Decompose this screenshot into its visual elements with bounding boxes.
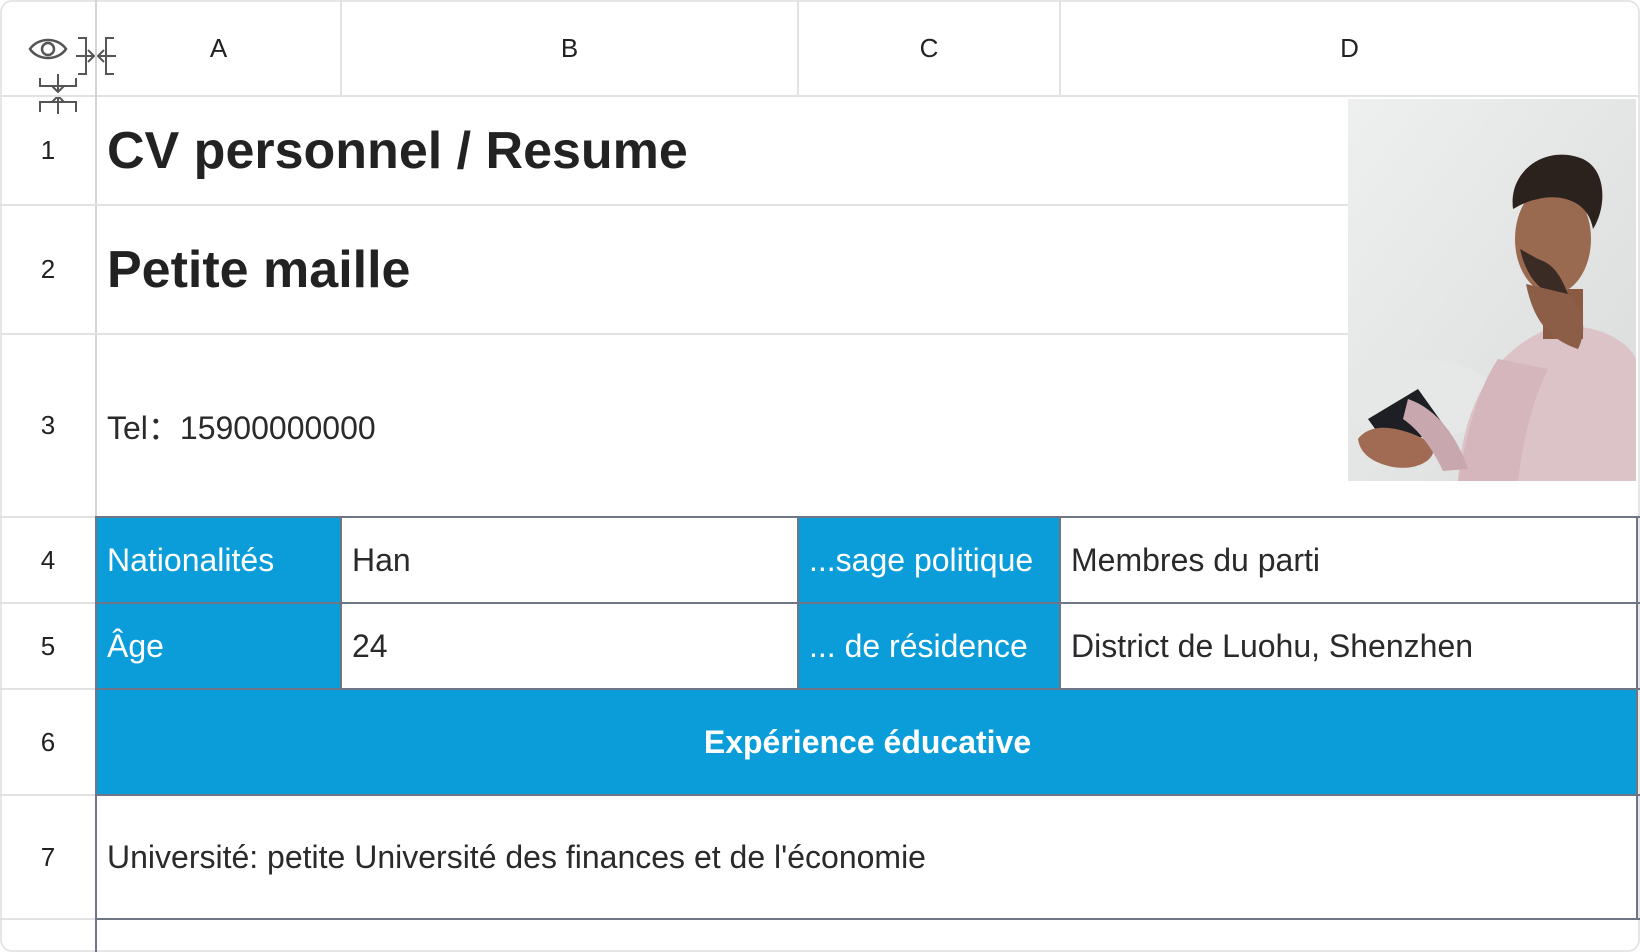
table-border — [95, 688, 1640, 690]
row-label: 7 — [40, 841, 56, 872]
eye-icon[interactable] — [28, 34, 68, 64]
column-label: A — [209, 32, 228, 63]
university-text: Université: petite Université des financ… — [107, 838, 926, 875]
row-divider — [0, 516, 97, 518]
row-divider — [0, 918, 97, 920]
political-value-cell[interactable]: Membres du parti — [1061, 518, 1638, 602]
row-divider — [0, 688, 97, 690]
political-value: Membres du parti — [1071, 541, 1320, 578]
column-label: C — [919, 32, 939, 63]
row-header-3[interactable]: 3 — [0, 335, 96, 516]
column-divider — [797, 0, 799, 95]
column-header-c[interactable]: C — [799, 0, 1059, 96]
row-header-4[interactable]: 4 — [0, 518, 96, 602]
political-label: ...sage politique — [809, 541, 1034, 578]
age-value: 24 — [352, 627, 388, 664]
column-header-b[interactable]: B — [342, 0, 797, 96]
row-header-5[interactable]: 5 — [0, 604, 96, 688]
tel-cell[interactable]: Tel：15900000000 — [107, 335, 1337, 516]
table-border — [95, 918, 1640, 920]
table-border — [340, 516, 342, 690]
column-header-a[interactable]: A — [97, 0, 340, 96]
political-label-cell[interactable]: ...sage politique — [799, 518, 1059, 602]
age-label: Âge — [107, 627, 164, 664]
table-border — [95, 516, 1640, 518]
row-label: 1 — [40, 135, 56, 165]
row-header-6[interactable]: 6 — [0, 690, 96, 794]
resume-title-cell[interactable]: CV personnel / Resume — [107, 97, 1337, 204]
table-border — [95, 794, 1640, 796]
row-header-7[interactable]: 7 — [0, 796, 96, 918]
column-label: B — [560, 32, 579, 63]
residence-label: ... de résidence — [809, 627, 1028, 664]
table-border — [95, 516, 97, 952]
residence-label-cell[interactable]: ... de résidence — [799, 604, 1059, 688]
row-header-1[interactable]: 1 — [0, 97, 96, 204]
column-divider — [1059, 0, 1061, 95]
nationality-label: Nationalités — [107, 541, 275, 578]
age-value-cell[interactable]: 24 — [342, 604, 797, 688]
nationality-value: Han — [352, 541, 411, 578]
residence-value-cell[interactable]: District de Luohu, Shenzhen — [1061, 604, 1638, 688]
university-cell[interactable]: Université: petite Université des financ… — [97, 796, 1638, 918]
row-divider — [0, 794, 97, 796]
row-label: 2 — [40, 254, 56, 284]
nationality-value-cell[interactable]: Han — [342, 518, 797, 602]
profile-photo[interactable] — [1348, 99, 1636, 481]
education-header: Expérience éducative — [703, 723, 1032, 760]
row-header-2[interactable]: 2 — [0, 206, 96, 333]
table-border — [1059, 516, 1061, 690]
nationality-label-cell[interactable]: Nationalités — [97, 518, 340, 602]
column-label: D — [1340, 32, 1359, 63]
column-header-d[interactable]: D — [1061, 0, 1638, 96]
row-label: 5 — [40, 630, 56, 661]
row-divider — [0, 602, 97, 604]
candidate-name: Petite maille — [107, 240, 411, 299]
row-label: 4 — [40, 544, 56, 575]
spreadsheet: A B C D 1 2 3 4 5 6 7 CV personnel / Res… — [0, 0, 1640, 952]
column-divider — [340, 0, 342, 95]
table-border — [1636, 516, 1638, 920]
age-label-cell[interactable]: Âge — [97, 604, 340, 688]
table-border — [797, 516, 799, 690]
education-header-cell[interactable]: Expérience éducative — [97, 690, 1638, 794]
name-cell[interactable]: Petite maille — [107, 206, 1337, 333]
row-label: 3 — [40, 410, 56, 440]
residence-value: District de Luohu, Shenzhen — [1071, 627, 1474, 664]
table-border — [95, 602, 1640, 604]
resume-title: CV personnel / Resume — [107, 121, 688, 180]
row-label: 6 — [40, 726, 56, 757]
tel-text: Tel：15900000000 — [107, 409, 376, 446]
